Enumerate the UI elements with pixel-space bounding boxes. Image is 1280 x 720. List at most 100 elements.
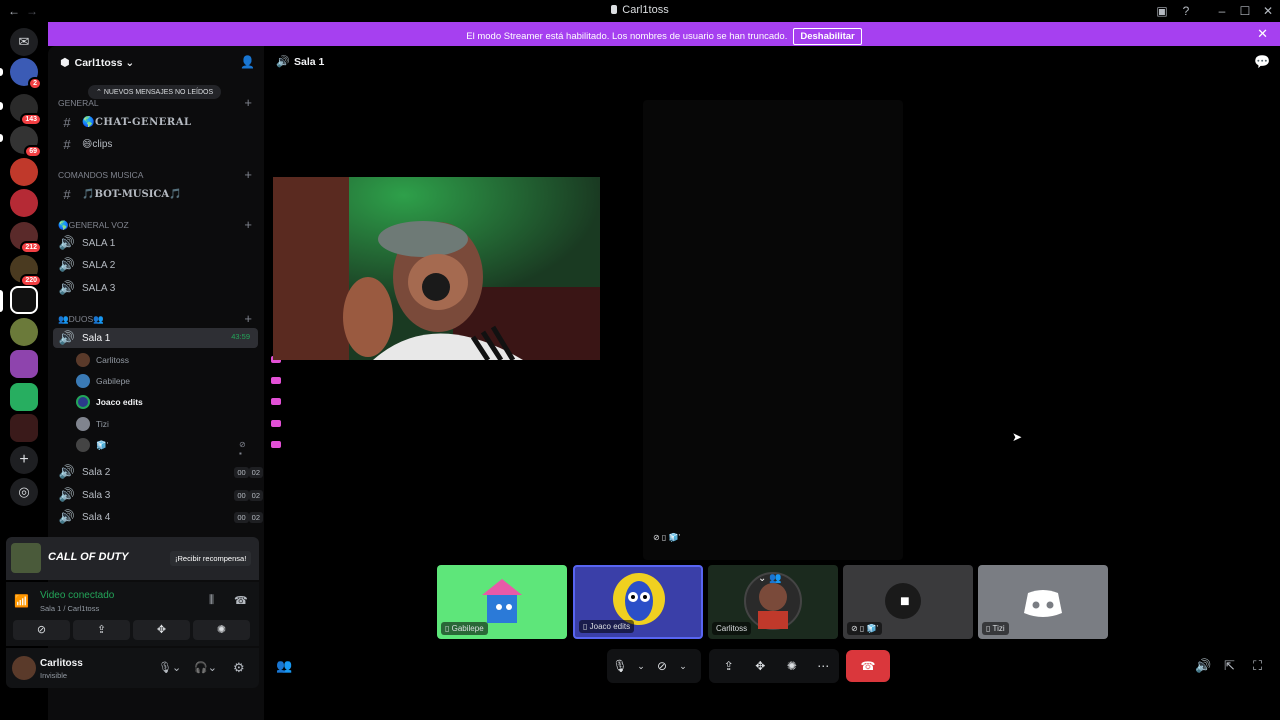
- voice-member[interactable]: 🧊' ⊘ ▪: [76, 435, 281, 458]
- unread-pill: [0, 102, 3, 110]
- server-icon[interactable]: 212: [10, 222, 42, 254]
- activities-button[interactable]: ✥: [133, 620, 190, 640]
- more-options-icon[interactable]: ⋯: [808, 659, 840, 673]
- category-general[interactable]: GENERAL: [58, 98, 99, 108]
- volume-icon[interactable]: 🔊: [1195, 658, 1211, 674]
- voice-channel-sala-1[interactable]: 🔊 SALA 1: [58, 233, 115, 253]
- new-unread-pill[interactable]: ⌃ NUEVOS MENSAJES NO LEÍDOS: [88, 85, 222, 99]
- chevron-down-icon[interactable]: ⌄: [633, 661, 649, 672]
- server-icon[interactable]: [10, 383, 38, 411]
- help-icon[interactable]: ?: [1178, 3, 1194, 19]
- voice-member[interactable]: Gabilepe: [76, 371, 281, 391]
- camera-off-button[interactable]: ⊘: [13, 620, 70, 640]
- soundboard-button[interactable]: ✺: [193, 620, 250, 640]
- participant-tile-speaking[interactable]: ▯ Joaco edits: [573, 565, 703, 639]
- claim-reward-button[interactable]: ¡Recibir recompensa!: [170, 551, 252, 566]
- voice-channel-sala-2[interactable]: 🔊 SALA 2: [58, 255, 115, 275]
- voice-member-speaking[interactable]: Joaco edits: [76, 392, 281, 412]
- soundboard-icon[interactable]: ✺: [776, 659, 808, 673]
- participant-tile[interactable]: ⌄ 👥 Carlitoss: [708, 565, 838, 639]
- signal-icon[interactable]: 📶: [14, 594, 29, 608]
- headphones-icon[interactable]: 🎧⌄: [194, 661, 217, 674]
- voice-member[interactable]: Carlitoss: [76, 350, 281, 370]
- avatar[interactable]: [12, 656, 36, 680]
- close-window-icon[interactable]: ✕: [1260, 3, 1276, 19]
- server-icon[interactable]: [10, 318, 38, 346]
- add-channel-icon[interactable]: +: [244, 311, 252, 326]
- tile-menu-icon[interactable]: ⌄ 👥: [758, 573, 782, 584]
- server-icon[interactable]: 69: [10, 126, 42, 158]
- muted-icon: ⊘ ▪: [239, 440, 246, 458]
- chevron-down-icon[interactable]: ⌄: [675, 661, 691, 672]
- category-musica[interactable]: COMANDOS MUSICA: [58, 170, 143, 180]
- server-icon[interactable]: [10, 189, 38, 217]
- direct-messages-icon[interactable]: ✉: [10, 28, 38, 56]
- video-camera-icon: ■: [900, 593, 910, 610]
- server-icon[interactable]: [10, 414, 38, 442]
- disconnect-icon[interactable]: ☎: [234, 594, 248, 607]
- channel-clips[interactable]: # 😄clips: [58, 134, 112, 154]
- voice-channel-sala-2b[interactable]: 🔊 Sala 2 00 02: [58, 462, 263, 482]
- invite-icon[interactable]: 👥: [276, 658, 292, 674]
- server-icon[interactable]: [10, 350, 38, 378]
- channel-bot-musica[interactable]: # 🎵BOT-MUSICA🎵: [58, 184, 181, 204]
- popout-icon[interactable]: ⇱: [1224, 658, 1235, 674]
- voice-channel-sala-3[interactable]: 🔊 SALA 3: [58, 278, 115, 298]
- screen-share-button[interactable]: ⇪: [73, 620, 130, 640]
- user-panel: Carlitoss Invisible 🎙⌄ 🎧⌄ ⚙: [6, 648, 259, 688]
- hash-icon: #: [63, 114, 71, 130]
- voice-channel-sala-4[interactable]: 🔊 Sala 4 00 02: [58, 507, 263, 527]
- server-icon-selected[interactable]: [10, 286, 38, 314]
- server-icon[interactable]: [10, 158, 38, 186]
- microphone-icon[interactable]: 🎙⌄: [158, 661, 181, 674]
- minimize-icon[interactable]: –: [1214, 3, 1230, 19]
- mention-badge: 2: [28, 77, 42, 90]
- add-channel-icon[interactable]: +: [244, 217, 252, 232]
- participant-label: Carlitoss: [712, 622, 752, 635]
- fullscreen-icon[interactable]: ⛶: [1253, 658, 1262, 674]
- title-bar: ← → Carl1toss ▣ ? – ☐ ✕: [0, 0, 1280, 22]
- server-icon[interactable]: 220: [10, 255, 42, 287]
- disable-streamer-button[interactable]: Deshabilitar: [793, 28, 862, 45]
- close-banner-icon[interactable]: ✕: [1257, 26, 1268, 42]
- leave-call-button[interactable]: ☎: [846, 650, 890, 682]
- category-duos[interactable]: 👥DUOS👥: [58, 314, 104, 325]
- maximize-icon[interactable]: ☐: [1237, 3, 1253, 19]
- banner-text: El modo Streamer está habilitado. Los no…: [466, 31, 788, 42]
- guild-name[interactable]: Carl1toss ⌄: [60, 56, 135, 69]
- participant-tile[interactable]: ■ ⊘ ▯ 🧊': [843, 565, 973, 639]
- mouse-cursor-icon: ➤: [1012, 430, 1023, 444]
- inbox-icon[interactable]: ▣: [1154, 3, 1170, 19]
- voice-channel-sala-3b[interactable]: 🔊 Sala 3 00 02: [58, 485, 263, 505]
- chat-bubble-icon[interactable]: 💬: [1254, 54, 1270, 70]
- add-channel-icon[interactable]: +: [244, 95, 252, 110]
- channel-chat-general[interactable]: # 🌎CHAT-GENERAL: [58, 112, 192, 132]
- screen-share-icon[interactable]: ⇪: [713, 659, 745, 673]
- share-controls: ⇪ ✥ ✺ ⋯: [709, 649, 839, 683]
- add-server-icon[interactable]: +: [10, 446, 38, 474]
- microphone-icon[interactable]: 🎙: [607, 659, 633, 673]
- promo-brand: CALL OF DUTY: [48, 551, 129, 563]
- promo-card[interactable]: CALL OF DUTY ¡Recibir recompensa!: [6, 537, 259, 580]
- selected-pill: [0, 290, 3, 312]
- webcam-stream[interactable]: [273, 177, 600, 360]
- camera-off-icon[interactable]: ⊘: [649, 659, 675, 673]
- focused-video-tile[interactable]: ⊘ ▯ 🧊': [643, 100, 903, 560]
- category-general-voz[interactable]: 🌎GENERAL VOZ: [58, 220, 129, 231]
- username[interactable]: Carlitoss: [40, 658, 83, 669]
- settings-gear-icon[interactable]: ⚙: [233, 660, 245, 676]
- participant-tile[interactable]: ▯ Tizi: [978, 565, 1108, 639]
- add-channel-icon[interactable]: +: [244, 167, 252, 182]
- server-icon[interactable]: 143: [10, 94, 42, 126]
- participant-label: ⊘ ▯ 🧊': [847, 622, 883, 635]
- voice-member[interactable]: Tizi: [76, 414, 281, 434]
- participant-tile[interactable]: ▯ Gabilepe: [437, 565, 567, 639]
- voice-location[interactable]: Sala 1 / Carl1toss: [40, 604, 99, 613]
- server-icon[interactable]: 2: [10, 58, 42, 90]
- discover-icon[interactable]: ◎: [10, 478, 38, 506]
- voice-status[interactable]: Video conectado: [40, 590, 114, 601]
- activities-icon[interactable]: ✥: [745, 659, 777, 673]
- noise-suppression-icon[interactable]: ⫼: [209, 594, 214, 607]
- voice-channel-active[interactable]: 🔊 Sala 1 43:59: [53, 328, 258, 348]
- add-member-icon[interactable]: 👤: [240, 55, 255, 69]
